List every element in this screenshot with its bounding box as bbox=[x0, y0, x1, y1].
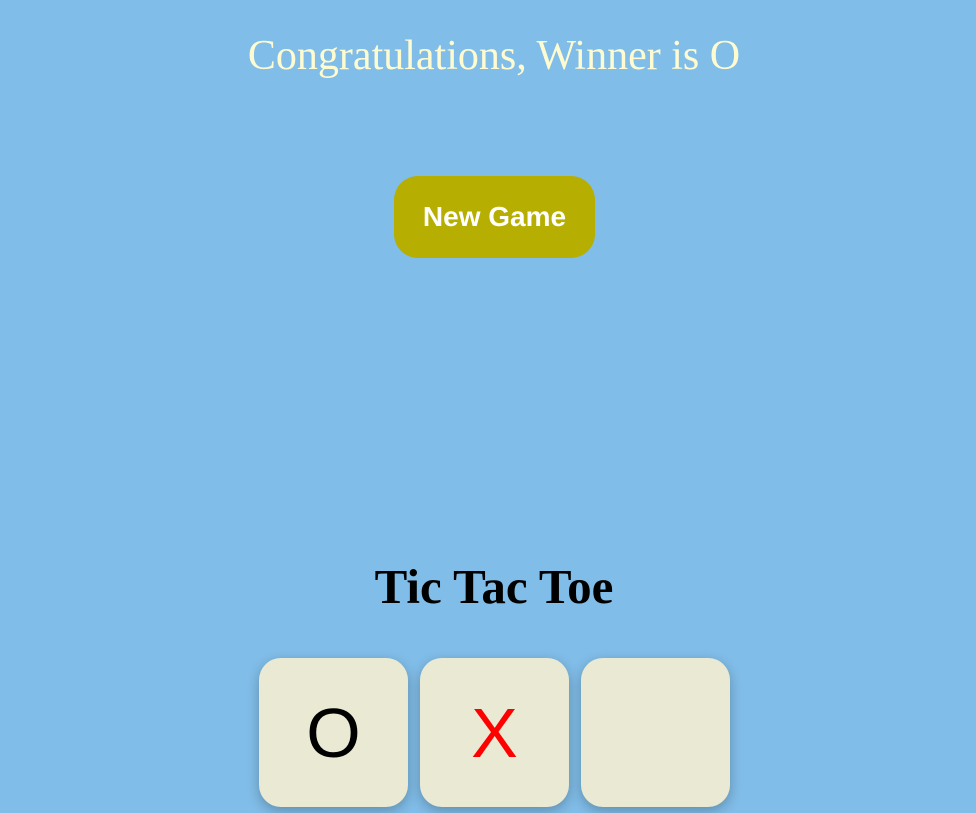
board-cell-2[interactable]: X bbox=[420, 658, 569, 807]
board-row: O X bbox=[259, 658, 730, 807]
game-title: Tic Tac Toe bbox=[374, 559, 614, 614]
new-game-button[interactable]: New Game bbox=[394, 176, 595, 258]
board-cell-1[interactable]: O bbox=[259, 658, 408, 807]
board-cell-3[interactable] bbox=[581, 658, 730, 807]
winner-message: Congratulations, Winner is O bbox=[247, 33, 741, 79]
